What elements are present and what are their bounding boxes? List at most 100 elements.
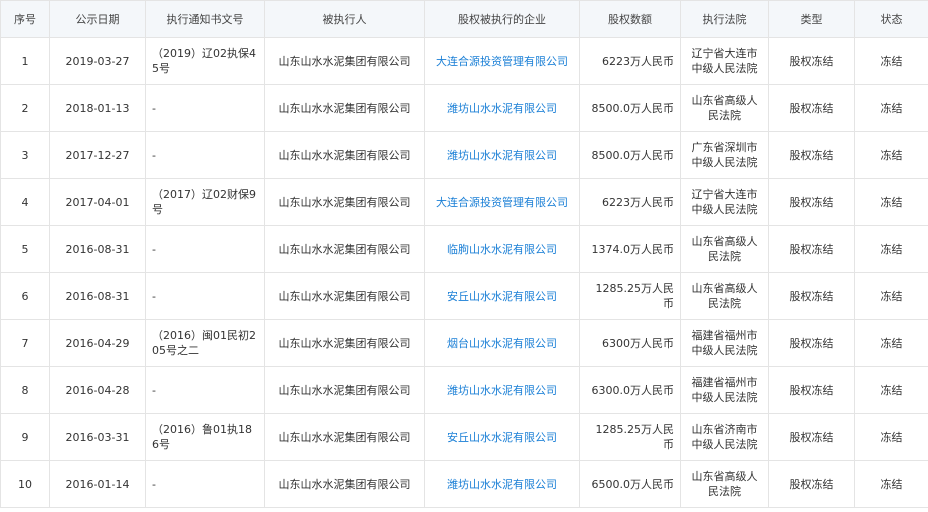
cell-notice-no: -	[145, 84, 265, 132]
cell-index: 5	[0, 225, 50, 273]
header-row: 序号 公示日期 执行通知书文号 被执行人 股权被执行的企业 股权数额 执行法院 …	[0, 0, 928, 38]
table-row: 9 2016-03-31 （2016）鲁01执186号 山东山水水泥集团有限公司…	[0, 413, 928, 461]
cell-date: 2016-01-14	[49, 460, 146, 508]
cell-type: 股权冻结	[768, 272, 855, 320]
cell-amount: 6300万人民币	[579, 319, 681, 367]
cell-court: 辽宁省大连市中级人民法院	[680, 37, 769, 85]
header-court: 执行法院	[680, 0, 769, 38]
cell-executee: 山东山水水泥集团有限公司	[264, 84, 425, 132]
cell-status: 冻结	[854, 84, 928, 132]
header-index: 序号	[0, 0, 50, 38]
cell-date: 2018-01-13	[49, 84, 146, 132]
cell-notice-no: （2019）辽02执保45号	[145, 37, 265, 85]
cell-amount: 1285.25万人民币	[579, 272, 681, 320]
cell-court: 山东省高级人民法院	[680, 225, 769, 273]
company-link[interactable]: 安丘山水水泥有限公司	[447, 431, 557, 444]
company-link[interactable]: 潍坊山水水泥有限公司	[447, 478, 557, 491]
cell-notice-no: -	[145, 272, 265, 320]
cell-amount: 6223万人民币	[579, 37, 681, 85]
cell-index: 4	[0, 178, 50, 226]
company-link[interactable]: 大连合源投资管理有限公司	[436, 55, 568, 68]
cell-index: 7	[0, 319, 50, 367]
cell-executee: 山东山水水泥集团有限公司	[264, 272, 425, 320]
cell-amount: 1285.25万人民币	[579, 413, 681, 461]
table-row: 6 2016-08-31 - 山东山水水泥集团有限公司 安丘山水水泥有限公司 1…	[0, 272, 928, 320]
table-row: 5 2016-08-31 - 山东山水水泥集团有限公司 临朐山水水泥有限公司 1…	[0, 225, 928, 273]
cell-court: 福建省福州市中级人民法院	[680, 319, 769, 367]
cell-status: 冻结	[854, 319, 928, 367]
cell-date: 2016-03-31	[49, 413, 146, 461]
cell-date: 2017-12-27	[49, 131, 146, 179]
table-row: 3 2017-12-27 - 山东山水水泥集团有限公司 潍坊山水水泥有限公司 8…	[0, 131, 928, 179]
header-notice-no: 执行通知书文号	[145, 0, 265, 38]
cell-court: 山东省高级人民法院	[680, 272, 769, 320]
cell-index: 10	[0, 460, 50, 508]
cell-notice-no: -	[145, 131, 265, 179]
header-status: 状态	[854, 0, 928, 38]
cell-executee: 山东山水水泥集团有限公司	[264, 37, 425, 85]
table-row: 2 2018-01-13 - 山东山水水泥集团有限公司 潍坊山水水泥有限公司 8…	[0, 84, 928, 132]
header-type: 类型	[768, 0, 855, 38]
cell-notice-no: （2016）鲁01执186号	[145, 413, 265, 461]
cell-type: 股权冻结	[768, 225, 855, 273]
cell-amount: 6300.0万人民币	[579, 366, 681, 414]
table-row: 1 2019-03-27 （2019）辽02执保45号 山东山水水泥集团有限公司…	[0, 37, 928, 85]
cell-notice-no: -	[145, 366, 265, 414]
cell-type: 股权冻结	[768, 178, 855, 226]
cell-amount: 8500.0万人民币	[579, 84, 681, 132]
cell-type: 股权冻结	[768, 37, 855, 85]
table-row: 8 2016-04-28 - 山东山水水泥集团有限公司 潍坊山水水泥有限公司 6…	[0, 366, 928, 414]
table-row: 10 2016-01-14 - 山东山水水泥集团有限公司 潍坊山水水泥有限公司 …	[0, 460, 928, 508]
cell-amount: 6500.0万人民币	[579, 460, 681, 508]
cell-executee: 山东山水水泥集团有限公司	[264, 178, 425, 226]
table-row: 4 2017-04-01 （2017）辽02财保9号 山东山水水泥集团有限公司 …	[0, 178, 928, 226]
cell-executee: 山东山水水泥集团有限公司	[264, 460, 425, 508]
header-date: 公示日期	[49, 0, 146, 38]
cell-type: 股权冻结	[768, 319, 855, 367]
company-link[interactable]: 烟台山水水泥有限公司	[447, 337, 557, 350]
cell-status: 冻结	[854, 366, 928, 414]
company-link[interactable]: 临朐山水水泥有限公司	[447, 243, 557, 256]
cell-status: 冻结	[854, 225, 928, 273]
cell-executee: 山东山水水泥集团有限公司	[264, 131, 425, 179]
cell-executee: 山东山水水泥集团有限公司	[264, 413, 425, 461]
header-executee: 被执行人	[264, 0, 425, 38]
cell-status: 冻结	[854, 131, 928, 179]
cell-executee: 山东山水水泥集团有限公司	[264, 225, 425, 273]
cell-index: 8	[0, 366, 50, 414]
cell-status: 冻结	[854, 37, 928, 85]
cell-court: 山东省济南市中级人民法院	[680, 413, 769, 461]
cell-index: 6	[0, 272, 50, 320]
cell-amount: 8500.0万人民币	[579, 131, 681, 179]
cell-amount: 1374.0万人民币	[579, 225, 681, 273]
company-link[interactable]: 安丘山水水泥有限公司	[447, 290, 557, 303]
table-row: 7 2016-04-29 （2016）闽01民初205号之二 山东山水水泥集团有…	[0, 319, 928, 367]
cell-notice-no: （2016）闽01民初205号之二	[145, 319, 265, 367]
cell-date: 2016-04-28	[49, 366, 146, 414]
cell-court: 广东省深圳市中级人民法院	[680, 131, 769, 179]
cell-type: 股权冻结	[768, 366, 855, 414]
cell-status: 冻结	[854, 460, 928, 508]
cell-executee: 山东山水水泥集团有限公司	[264, 319, 425, 367]
cell-notice-no: -	[145, 460, 265, 508]
cell-date: 2016-08-31	[49, 272, 146, 320]
company-link[interactable]: 潍坊山水水泥有限公司	[447, 149, 557, 162]
cell-date: 2017-04-01	[49, 178, 146, 226]
cell-court: 山东省高级人民法院	[680, 460, 769, 508]
cell-notice-no: （2017）辽02财保9号	[145, 178, 265, 226]
cell-index: 1	[0, 37, 50, 85]
cell-court: 福建省福州市中级人民法院	[680, 366, 769, 414]
cell-status: 冻结	[854, 413, 928, 461]
company-link[interactable]: 潍坊山水水泥有限公司	[447, 102, 557, 115]
company-link[interactable]: 大连合源投资管理有限公司	[436, 196, 568, 209]
cell-type: 股权冻结	[768, 413, 855, 461]
cell-amount: 6223万人民币	[579, 178, 681, 226]
cell-date: 2019-03-27	[49, 37, 146, 85]
cell-index: 9	[0, 413, 50, 461]
equity-freeze-table: 序号 公示日期 执行通知书文号 被执行人 股权被执行的企业 股权数额 执行法院 …	[0, 0, 928, 508]
header-company: 股权被执行的企业	[424, 0, 580, 38]
company-link[interactable]: 潍坊山水水泥有限公司	[447, 384, 557, 397]
cell-index: 3	[0, 131, 50, 179]
cell-executee: 山东山水水泥集团有限公司	[264, 366, 425, 414]
cell-status: 冻结	[854, 178, 928, 226]
